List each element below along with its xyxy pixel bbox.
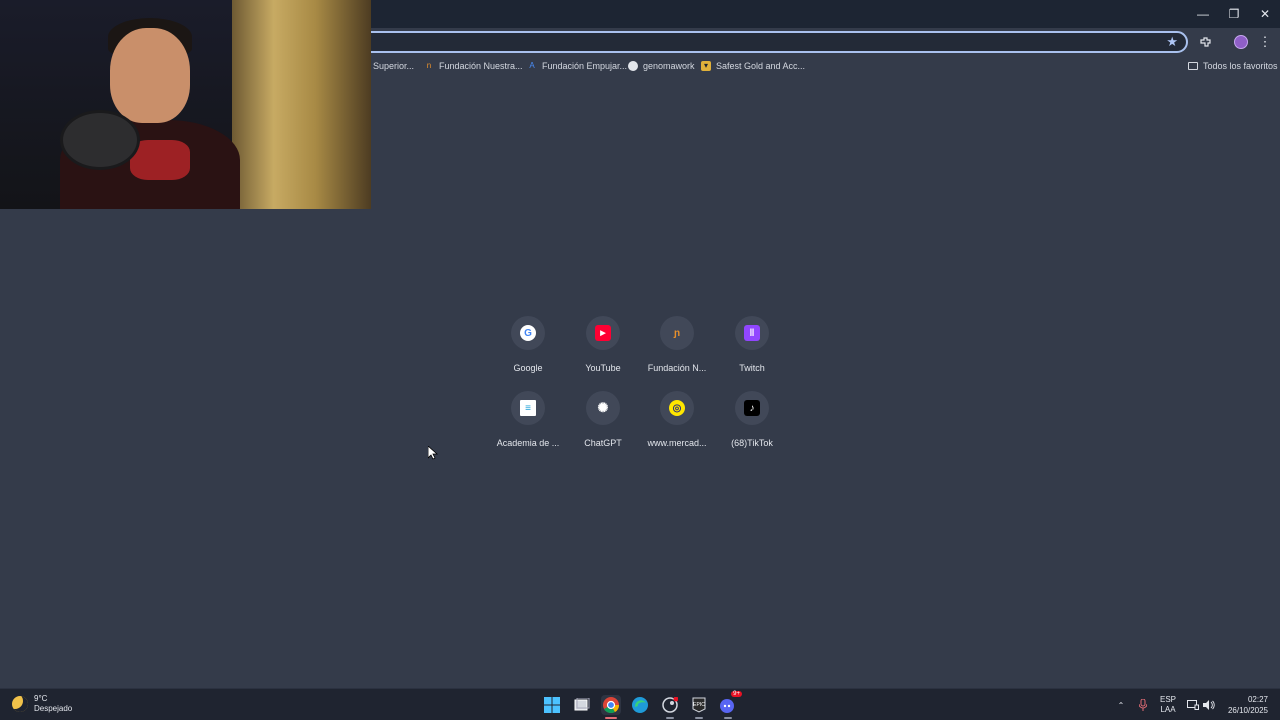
bookmark-item[interactable]: Superior... <box>373 61 414 71</box>
bookmark-item[interactable]: genomawork <box>628 61 695 71</box>
folder-icon <box>1188 62 1198 70</box>
discord-notification-badge: 9+ <box>731 691 742 697</box>
bookmark-label: Fundación Nuestra... <box>439 61 523 71</box>
shortcut-label: ChatGPT <box>584 438 622 448</box>
fundacion-empujar-icon: A <box>529 61 535 70</box>
shortcut-academia[interactable]: ≡ Academia de ... <box>490 391 566 461</box>
chatgpt-icon: ✺ <box>597 400 609 415</box>
windows-logo-icon <box>544 697 560 713</box>
moon-icon <box>12 696 28 712</box>
language-code: ESP <box>1159 695 1176 704</box>
shortcut-chatgpt[interactable]: ✺ ChatGPT <box>565 391 641 461</box>
close-button[interactable]: ✕ <box>1250 0 1280 28</box>
bookmark-label: genomawork <box>643 61 695 71</box>
mercadolibre-icon: ◎ <box>669 400 685 416</box>
volume-icon[interactable] <box>1202 695 1216 715</box>
task-view-button[interactable] <box>572 695 592 715</box>
all-bookmarks-label: Todos los favoritos <box>1203 61 1278 71</box>
extensions-icon[interactable] <box>1196 33 1214 51</box>
maximize-button[interactable]: ❐ <box>1219 0 1249 28</box>
taskbar-discord[interactable]: 9+ <box>718 691 742 719</box>
bookmark-item[interactable]: A Fundación Empujar... <box>527 61 627 71</box>
tiktok-icon: ♪ <box>744 400 760 416</box>
shortcut-tiktok[interactable]: ♪ (68)TikTok <box>714 391 790 461</box>
menu-kebab-icon[interactable]: ⋮ <box>1256 33 1274 51</box>
bookmark-label: Safest Gold and Acc... <box>716 61 806 71</box>
bookmark-item[interactable]: n Fundación Nuestra... <box>424 61 523 71</box>
cisco-icon: ≡ <box>520 400 536 416</box>
task-view-icon <box>574 698 590 711</box>
windows-taskbar: 9°C Despejado EPIC 9+ ⌃ ESP LAA 02:27 26… <box>0 688 1280 720</box>
shortcut-twitch[interactable]: ǁ Twitch <box>714 316 790 386</box>
address-bar[interactable]: ★ <box>340 31 1188 53</box>
window-controls: — ❐ ✕ <box>1187 0 1280 28</box>
shortcut-label: Fundación N... <box>647 363 707 373</box>
weather-condition: Despejado <box>34 704 73 713</box>
twitch-icon: ǁ <box>744 325 760 341</box>
genomawork-icon <box>628 61 638 71</box>
all-bookmarks-folder[interactable]: Todos los favoritos <box>1188 61 1278 71</box>
profile-avatar[interactable] <box>1232 33 1250 51</box>
system-clock[interactable]: 02:27 26/10/2025 <box>1228 694 1268 716</box>
shortcut-mercadolibre[interactable]: ◎ www.mercad... <box>639 391 715 461</box>
shortcut-label: YouTube <box>585 363 621 373</box>
shortcut-label: Google <box>513 363 543 373</box>
language-indicator[interactable]: ESP LAA <box>1156 694 1180 716</box>
network-icon[interactable] <box>1186 695 1200 715</box>
weather-widget[interactable]: 9°C Despejado <box>12 694 72 714</box>
svg-text:EPIC: EPIC <box>693 702 705 708</box>
shortcut-fundacion[interactable]: ɲ Fundación N... <box>639 316 715 386</box>
discord-icon <box>720 699 734 713</box>
shortcut-youtube[interactable]: ▶ YouTube <box>565 316 641 386</box>
weather-temperature: 9°C <box>34 694 48 703</box>
bookmark-item[interactable]: ▾ Safest Gold and Acc... <box>701 61 805 71</box>
mouse-cursor-icon <box>428 446 438 460</box>
shortcut-label: (68)TikTok <box>731 438 773 448</box>
minimize-button[interactable]: — <box>1188 0 1218 28</box>
bookmark-star-icon[interactable]: ★ <box>1166 34 1178 50</box>
taskbar-epic-games[interactable]: EPIC <box>689 695 709 719</box>
google-icon: G <box>520 325 536 341</box>
microphone-icon[interactable] <box>1136 695 1150 715</box>
shortcut-label: www.mercad... <box>647 438 707 448</box>
youtube-icon: ▶ <box>595 325 611 341</box>
tray-overflow-chevron-icon[interactable]: ⌃ <box>1114 695 1128 715</box>
epic-games-icon: EPIC <box>692 697 706 713</box>
taskbar-steam[interactable] <box>660 695 680 719</box>
clock-time: 02:27 <box>1247 695 1268 704</box>
taskbar-chrome[interactable] <box>601 695 621 719</box>
fundacion-icon: ɲ <box>673 327 681 339</box>
steam-icon <box>662 697 678 713</box>
bookmark-label: Fundación Empujar... <box>542 61 628 71</box>
taskbar-edge[interactable] <box>630 695 650 715</box>
shortcut-google[interactable]: G Google <box>490 316 566 386</box>
fundacion-nuestra-icon: n <box>426 61 432 70</box>
clock-date: 26/10/2025 <box>1227 706 1268 715</box>
bookmark-label: Superior... <box>373 61 415 71</box>
chrome-icon <box>603 697 619 713</box>
safest-gold-icon: ▾ <box>701 61 711 71</box>
shortcut-label: Academia de ... <box>496 438 560 448</box>
shortcut-label: Twitch <box>739 363 765 373</box>
edge-icon <box>632 697 648 713</box>
keyboard-layout: LAA <box>1160 705 1176 714</box>
webcam-overlay <box>0 0 371 209</box>
start-button[interactable] <box>542 695 562 715</box>
